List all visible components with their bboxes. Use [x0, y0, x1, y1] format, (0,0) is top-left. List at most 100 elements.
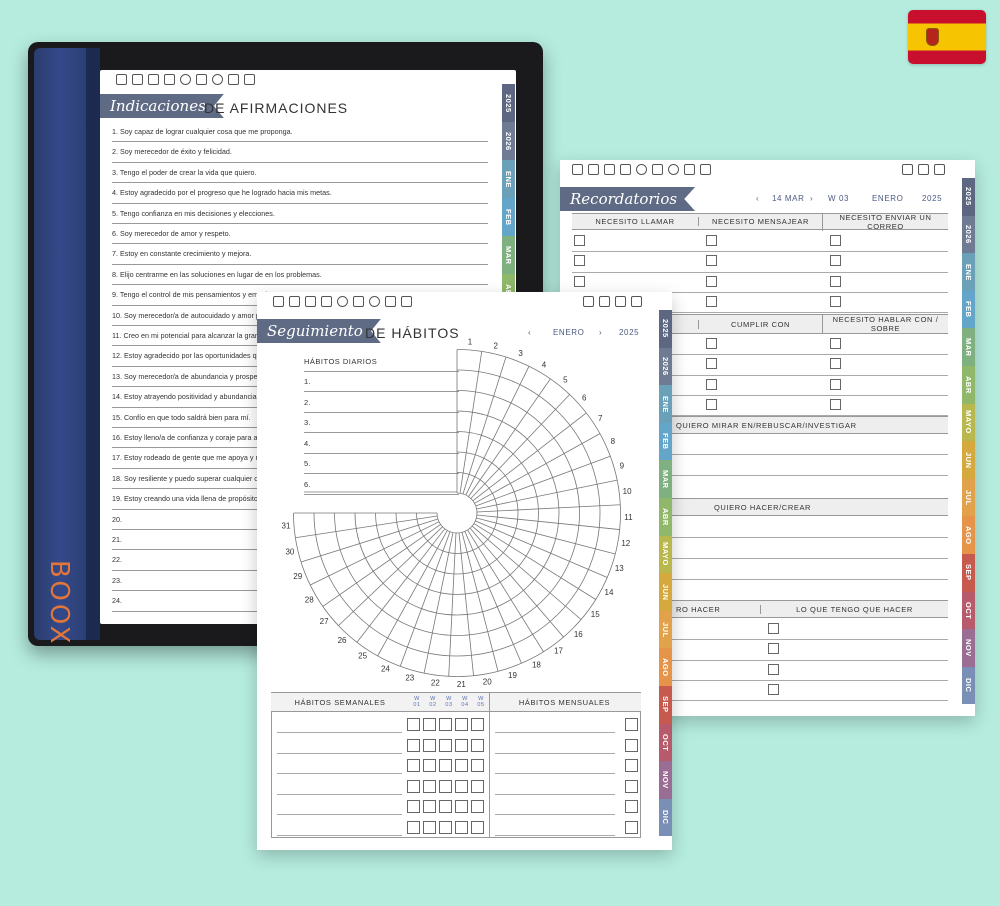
tab-2025[interactable]: 2025 [502, 84, 515, 122]
reminder-checkbox[interactable] [768, 663, 779, 675]
reminder-checkbox[interactable] [574, 235, 585, 246]
tab-jun[interactable]: JUN [659, 573, 672, 611]
weekly-checkbox[interactable] [423, 779, 436, 793]
reminder-checkbox[interactable] [830, 338, 841, 349]
tab-mayo[interactable]: MAYO [962, 403, 975, 442]
tools-icon[interactable] [228, 74, 239, 85]
weekly-checkbox[interactable] [439, 718, 452, 731]
weekly-checkbox[interactable] [423, 820, 436, 834]
list-icon[interactable] [132, 74, 143, 85]
reminder-checkbox[interactable] [830, 295, 841, 307]
affirmation-line[interactable]: 1. Soy capaz de lograr cualquier cosa qu… [112, 122, 488, 143]
reminder-checkbox[interactable] [830, 235, 841, 246]
tab-ene[interactable]: ENE [962, 253, 975, 291]
tab-nov[interactable]: NOV [659, 761, 672, 799]
tab-feb[interactable]: FEB [502, 198, 515, 236]
reminder-checkbox[interactable] [706, 398, 717, 410]
weekly-checkbox[interactable] [471, 718, 484, 731]
monthly-checkbox[interactable] [625, 718, 638, 731]
weekly-checkbox[interactable] [455, 820, 468, 834]
reminder-checkbox[interactable] [574, 275, 585, 287]
home-icon[interactable] [572, 164, 583, 175]
reminder-checkbox[interactable] [830, 255, 841, 267]
list-icon[interactable] [588, 164, 599, 175]
check-icon[interactable] [148, 74, 159, 85]
weekly-checkbox[interactable] [439, 800, 452, 813]
reminder-checkbox[interactable] [830, 358, 841, 370]
tab-sep[interactable]: SEP [962, 553, 975, 592]
tab-dic[interactable]: DIC [962, 666, 975, 705]
week-label[interactable]: W 03 [828, 194, 849, 203]
tab-jun[interactable]: JUN [962, 441, 975, 479]
weekly-checkbox[interactable] [455, 800, 468, 813]
tab-abr[interactable]: ABR [659, 497, 672, 536]
reminder-checkbox[interactable] [830, 275, 841, 287]
tab-oct[interactable]: OCT [962, 591, 975, 630]
tab-jul[interactable]: JUL [962, 478, 975, 517]
prev-day-button[interactable]: ‹ [756, 194, 759, 203]
tab-mar[interactable]: MAR [659, 460, 672, 498]
heart-icon[interactable] [212, 74, 223, 85]
tab-2026[interactable]: 2026 [962, 215, 975, 254]
note-icon[interactable] [244, 74, 255, 85]
weekly-checkbox[interactable] [439, 820, 452, 834]
target-icon[interactable] [636, 164, 647, 175]
monthly-checkbox[interactable] [625, 759, 638, 772]
habit-wheel[interactable]: 1 234567891011121314151617181920212223242… [257, 292, 672, 692]
weekly-checkbox[interactable] [407, 759, 420, 772]
tab-dic[interactable]: DIC [659, 798, 672, 837]
weekly-checkbox[interactable] [439, 759, 452, 772]
month-label[interactable]: ENERO [872, 194, 903, 203]
weekly-checkbox[interactable] [471, 779, 484, 793]
affirmation-line[interactable]: 7. Estoy en constante crecimiento y mejo… [112, 244, 488, 265]
weekly-checkbox[interactable] [423, 718, 436, 731]
next-day-button[interactable]: › [810, 194, 813, 203]
weekly-checkbox[interactable] [455, 759, 468, 772]
tab-ago[interactable]: AGO [962, 516, 975, 554]
weekly-checkbox[interactable] [423, 738, 436, 752]
affirmation-line[interactable]: 4. Estoy agradecido por el progreso que … [112, 183, 488, 204]
tab-feb[interactable]: FEB [659, 422, 672, 461]
tab-ago[interactable]: AGO [659, 648, 672, 686]
weekly-checkbox[interactable] [439, 738, 452, 752]
tab-oct[interactable]: OCT [659, 723, 672, 762]
weekly-checkbox[interactable] [407, 779, 420, 793]
weekly-checkbox[interactable] [471, 800, 484, 813]
reminder-checkbox[interactable] [768, 683, 779, 695]
check-icon[interactable] [604, 164, 615, 175]
reminder-checkbox[interactable] [706, 235, 717, 246]
home-icon[interactable] [116, 74, 127, 85]
calendar-icon[interactable] [918, 164, 929, 175]
tools-icon[interactable] [684, 164, 695, 175]
tab-jul[interactable]: JUL [659, 610, 672, 649]
year-label[interactable]: 2025 [922, 194, 942, 203]
tab-feb[interactable]: FEB [962, 290, 975, 329]
affirmation-line[interactable]: 2. Soy merecedor de éxito y felicidad. [112, 142, 488, 163]
tab-abr[interactable]: ABR [962, 365, 975, 404]
weekly-checkbox[interactable] [423, 800, 436, 813]
tab-nov[interactable]: NOV [962, 629, 975, 667]
weekly-checkbox[interactable] [455, 738, 468, 752]
tab-2025[interactable]: 2025 [659, 310, 672, 348]
weekly-checkbox[interactable] [439, 779, 452, 793]
target-icon[interactable] [180, 74, 191, 85]
reminder-checkbox[interactable] [768, 623, 779, 634]
wallet-icon[interactable] [652, 164, 663, 175]
reminder-checkbox[interactable] [574, 255, 585, 267]
tab-mar[interactable]: MAR [502, 236, 515, 274]
weekly-checkbox[interactable] [407, 718, 420, 731]
tab-2026[interactable]: 2026 [659, 347, 672, 386]
weekly-checkbox[interactable] [455, 779, 468, 793]
tab-ene[interactable]: ENE [502, 160, 515, 198]
weekly-checkbox[interactable] [407, 800, 420, 813]
doc-icon[interactable] [934, 164, 945, 175]
reminder-checkbox[interactable] [768, 643, 779, 655]
wallet-icon[interactable] [196, 74, 207, 85]
weekly-checkbox[interactable] [407, 820, 420, 834]
weekly-checkbox[interactable] [423, 759, 436, 772]
reminder-checkbox[interactable] [830, 398, 841, 410]
affirmation-line[interactable]: 8. Elijo centrarme en las soluciones en … [112, 265, 488, 286]
monthly-checkbox[interactable] [625, 800, 638, 813]
weekly-checkbox[interactable] [471, 820, 484, 834]
reminder-checkbox[interactable] [706, 275, 717, 287]
